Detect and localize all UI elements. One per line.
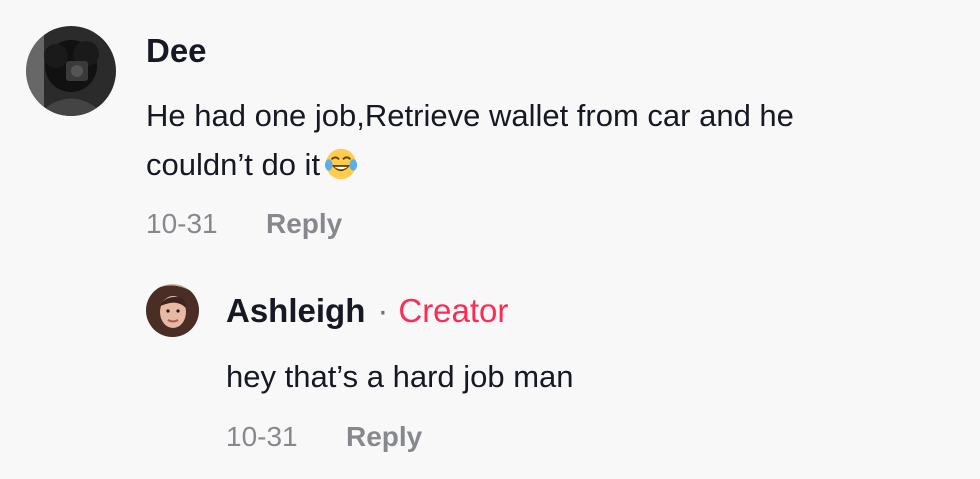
avatar-ashleigh-image — [146, 284, 199, 337]
avatar-ashleigh[interactable] — [146, 284, 199, 337]
reply-date: 10-31 — [226, 421, 298, 452]
comment-text-line-2: couldn’t do it — [146, 140, 946, 189]
reply-author-line: Ashleigh · Creator — [226, 292, 508, 330]
avatar-dee-image — [26, 26, 116, 116]
reply-text: hey that’s a hard job man — [226, 359, 574, 394]
comment-text: He had one job,Retrieve wallet from car … — [146, 91, 946, 189]
comment-reply-button[interactable]: Reply — [266, 208, 342, 240]
comment-text-line-1: He had one job,Retrieve wallet from car … — [146, 98, 794, 133]
reply-separator: · — [377, 292, 389, 329]
comment-text-line-2-text: couldn’t do it — [146, 147, 321, 182]
avatar-dee[interactable] — [26, 26, 116, 116]
face-with-tears-of-joy-icon — [325, 148, 358, 180]
comment-date: 10-31 — [146, 208, 218, 239]
comment-author[interactable]: Dee — [146, 32, 207, 70]
reply-reply-button[interactable]: Reply — [346, 421, 422, 453]
creator-badge: Creator — [398, 292, 509, 329]
reply-author[interactable]: Ashleigh — [226, 292, 365, 329]
